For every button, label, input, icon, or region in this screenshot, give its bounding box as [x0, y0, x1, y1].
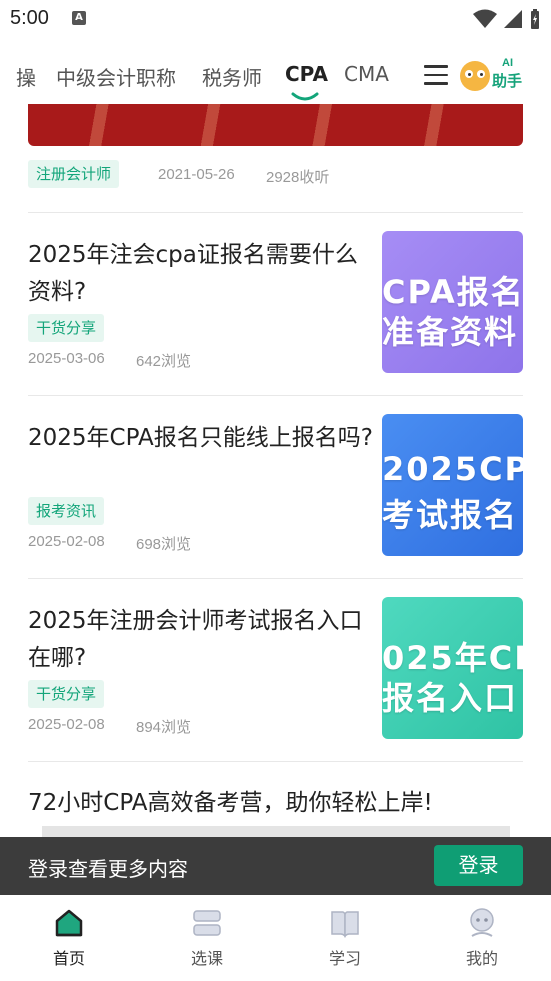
article-tag: 报考资讯 — [28, 497, 105, 525]
article-tag: 干货分享 — [28, 314, 105, 342]
tab-study[interactable]: 学习 — [305, 905, 385, 968]
status-icons — [473, 8, 541, 30]
article-date: 2025-03-06 — [28, 350, 105, 367]
course-icon — [193, 910, 221, 936]
divider — [28, 395, 523, 396]
article-date: 2025-02-08 — [28, 716, 105, 733]
menu-icon[interactable] — [424, 65, 448, 87]
ai-mascot-icon — [460, 61, 490, 91]
tab-profile[interactable]: 我的 — [442, 905, 522, 968]
thumbnail-text-line2: 考试报名 — [382, 496, 519, 534]
battery-icon — [531, 9, 539, 29]
tab-label: 选课 — [190, 949, 223, 968]
ai-helper-button[interactable]: AI 助手 — [458, 56, 526, 96]
book-icon — [331, 911, 359, 938]
article-card-1[interactable]: 2025年CPA报名只能线上报名吗? 报考资讯 2025-02-08 698浏览… — [28, 414, 523, 556]
thumbnail-text-line2: 准备资料 — [382, 313, 519, 351]
article-title[interactable]: 2025年CPA报名只能线上报名吗? — [28, 420, 373, 457]
article-title-partial[interactable]: 72小时CPA高效备考营，助你轻松上岸! — [28, 783, 433, 817]
category-tab-1[interactable]: 中级会计职称 — [56, 62, 176, 91]
active-tab-indicator — [291, 92, 319, 101]
tab-home[interactable]: 首页 — [29, 905, 109, 968]
article-card-0[interactable]: 2025年注会cpa证报名需要什么资料? 干货分享 2025-03-06 642… — [28, 231, 523, 373]
article-views: 894浏览 — [136, 719, 192, 736]
profile-icon — [470, 908, 494, 937]
status-bar: 5:00 A — [0, 0, 551, 38]
article-thumbnail[interactable]: 025年CP 报名入口 — [382, 597, 523, 739]
category-tab-2[interactable]: 税务师 — [202, 62, 262, 91]
article-date: 2025-02-08 — [28, 533, 105, 550]
signal-icon — [504, 10, 522, 28]
article-title[interactable]: 2025年注册会计师考试报名入口在哪? — [28, 603, 373, 677]
article-views: 642浏览 — [136, 353, 192, 370]
login-button[interactable]: 登录 — [434, 845, 523, 886]
article-views: 698浏览 — [136, 536, 192, 553]
notification-icon: A — [72, 11, 86, 25]
category-tab-0[interactable]: 操 — [16, 62, 36, 91]
top-card-image[interactable] — [28, 104, 523, 146]
ai-badge: AI — [502, 57, 513, 69]
top-card-date: 2021-05-26 — [158, 166, 235, 183]
tab-label: 首页 — [52, 949, 85, 968]
article-title[interactable]: 2025年注会cpa证报名需要什么资料? — [28, 237, 373, 311]
top-card-meta: 注册会计师 2021-05-26 2928收听 — [28, 160, 523, 190]
ai-helper-label: 助手 — [492, 72, 523, 90]
article-tag: 干货分享 — [28, 680, 105, 708]
article-thumbnail[interactable]: CPA报名 准备资料 — [382, 231, 523, 373]
top-card-listens: 2928收听 — [266, 169, 330, 186]
category-tab-3[interactable]: CPA — [285, 62, 328, 86]
login-prompt-text: 登录查看更多内容 — [28, 857, 188, 881]
thumbnail-text-line1: 2025CPA — [382, 450, 523, 488]
wifi-icon — [473, 9, 497, 28]
tab-courses[interactable]: 选课 — [167, 905, 247, 968]
tab-label: 学习 — [328, 949, 361, 968]
article-card-2[interactable]: 2025年注册会计师考试报名入口在哪? 干货分享 2025-02-08 894浏… — [28, 597, 523, 739]
thumbnail-text-line2: 报名入口 — [382, 679, 519, 717]
top-card-tag: 注册会计师 — [28, 160, 120, 188]
login-prompt-bar: 登录查看更多内容 登录 — [0, 837, 551, 895]
category-nav: 操 中级会计职称 税务师 CPA CMA AI 助手 — [0, 52, 551, 104]
status-time: 5:00 — [10, 7, 49, 29]
home-icon — [55, 909, 83, 937]
divider — [28, 578, 523, 579]
article-thumbnail[interactable]: 2025CPA 考试报名 — [382, 414, 523, 556]
divider — [28, 212, 523, 213]
tab-label: 我的 — [465, 949, 498, 968]
divider — [28, 761, 523, 762]
category-tab-4[interactable]: CMA — [344, 62, 389, 86]
bottom-tabbar: 首页 选课 学习 我的 — [0, 895, 551, 981]
